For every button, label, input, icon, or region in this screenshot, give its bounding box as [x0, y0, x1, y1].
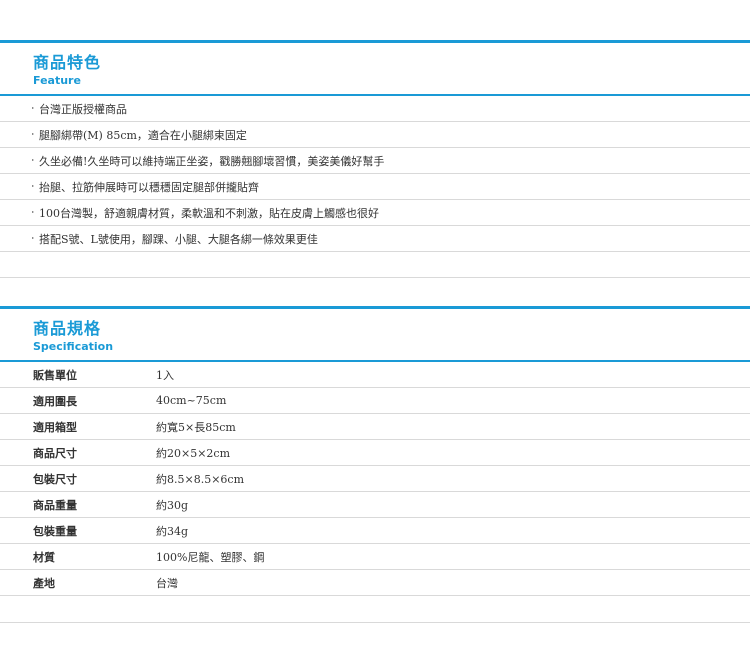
feature-item-text: 100台灣製，舒適親膚材質，柔軟溫和不刺激，貼在皮膚上觸感也很好 — [39, 206, 379, 220]
bullet: ‧ — [31, 232, 35, 245]
spec-value: 1入 — [156, 368, 174, 382]
spec-value: 台灣 — [156, 576, 178, 590]
spec-title: 商品規格 — [33, 319, 102, 338]
feature-item-text: 久坐必備!久坐時可以維持端正坐姿，戳勝翹腳壞習慣，美姿美儀好幫手 — [39, 154, 385, 168]
spec-value: 約20×5×2cm — [156, 446, 231, 460]
spec-value: 約8.5×8.5×6cm — [156, 472, 245, 486]
table-row: 販售單位 1入 — [0, 362, 750, 388]
list-item: ‧ 台灣正版授權商品 — [0, 96, 750, 122]
spec-header: 商品規格 Specification — [0, 309, 750, 360]
spec-value: 約30g — [156, 498, 189, 512]
feature-section: 商品特色 Feature ‧ 台灣正版授權商品 ‧ 腿腳綁帶(M) 85cm，適合在… — [0, 40, 750, 278]
table-row: 適用箱型 約寬5×長85cm — [0, 414, 750, 440]
table-row: 材質 100%尼龍、塑膠、鋼 — [0, 544, 750, 570]
list-item: ‧ 100台灣製，舒適親膚材質，柔軟溫和不刺激，貼在皮膚上觸感也很好 — [0, 200, 750, 226]
spec-value: 約34g — [156, 524, 189, 538]
list-item: ‧ 搭配S號、L號使用，腳踝、小腿、大腿各綁一條效果更佳 — [0, 226, 750, 252]
spec-label: 商品重量 — [33, 498, 77, 512]
list-item: ‧ 久坐必備!久坐時可以維持端正坐姿，戳勝翹腳壞習慣，美姿美儀好幫手 — [0, 148, 750, 174]
spec-table: 販售單位 1入 適用圍長 40cm~75cm 適用箱型 約寬5×長85cm 商品尺寸約… — [0, 362, 750, 623]
bullet: ‧ — [31, 206, 35, 219]
spec-label: 商品尺寸 — [33, 446, 77, 460]
empty-row — [0, 252, 750, 278]
table-row: 包裝重量 約34g — [0, 518, 750, 544]
spec-label: 包裝尺寸 — [33, 472, 77, 486]
table-row: 商品重量 約30g — [0, 492, 750, 518]
spec-value: 100%尼龍、塑膠、鋼 — [156, 550, 265, 564]
feature-header: 商品特色 Feature — [0, 43, 750, 94]
table-row: 適用圍長 40cm~75cm — [0, 388, 750, 414]
feature-item-text: 腿腳綁帶(M) 85cm，適合在小腿綁束固定 — [39, 128, 247, 142]
feature-subtitle: Feature — [33, 74, 81, 87]
bullet: ‧ — [31, 102, 35, 115]
spec-value: 40cm~75cm — [156, 394, 227, 407]
feature-title: 商品特色 — [33, 53, 102, 72]
list-item: ‧ 腿腳綁帶(M) 85cm，適合在小腿綁束固定 — [0, 122, 750, 148]
spec-section: 商品規格 Specification 販售單位 1入 適用圍長 40cm~75cm … — [0, 306, 750, 623]
table-row: 包裝尺寸 約8.5×8.5×6cm — [0, 466, 750, 492]
empty-row — [0, 596, 750, 623]
spec-label: 材質 — [33, 550, 55, 564]
table-row: 商品尺寸 約20×5×2cm — [0, 440, 750, 466]
spec-label: 產地 — [33, 576, 55, 590]
bullet: ‧ — [31, 154, 35, 167]
table-row: 產地 台灣 — [0, 570, 750, 596]
spec-label: 包裝重量 — [33, 524, 77, 538]
spec-subtitle: Specification — [33, 340, 114, 353]
feature-item-text: 台灣正版授權商品 — [39, 102, 127, 116]
bullet: ‧ — [31, 180, 35, 193]
list-item: ‧ 抬腿、拉筋伸展時可以穩穩固定腿部併攏貼齊 — [0, 174, 750, 200]
spec-label: 適用箱型 — [33, 420, 77, 434]
spec-label: 販售單位 — [33, 368, 77, 382]
spec-value: 約寬5×長85cm — [156, 420, 236, 434]
feature-item-text: 搭配S號、L號使用，腳踝、小腿、大腿各綁一條效果更佳 — [39, 232, 318, 246]
bullet: ‧ — [31, 128, 35, 141]
spec-label: 適用圍長 — [33, 394, 77, 408]
feature-list: ‧ 台灣正版授權商品 ‧ 腿腳綁帶(M) 85cm，適合在小腿綁束固定 ‧ 久坐必備!… — [0, 96, 750, 278]
feature-item-text: 抬腿、拉筋伸展時可以穩穩固定腿部併攏貼齊 — [39, 180, 259, 194]
